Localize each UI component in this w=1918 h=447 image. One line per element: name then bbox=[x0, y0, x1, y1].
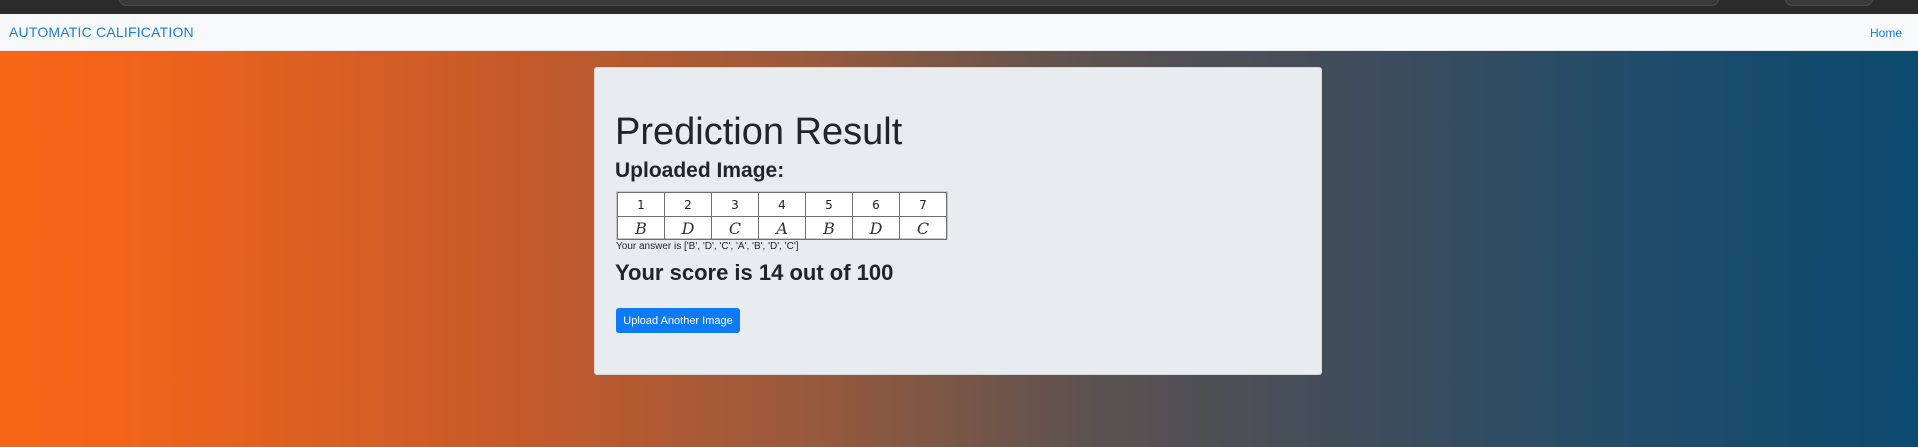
question-number-cell: 1 bbox=[617, 192, 665, 217]
question-number-cell: 2 bbox=[664, 192, 712, 217]
handwritten-answer-cell: B bbox=[617, 216, 665, 240]
navbar: AUTOMATIC CALIFICATION Home bbox=[0, 14, 1918, 51]
page-title: Prediction Result bbox=[615, 111, 903, 153]
question-number-cell: 7 bbox=[899, 192, 947, 217]
handwritten-answer-cell: B bbox=[805, 216, 853, 240]
handwritten-answer-cell: C bbox=[711, 216, 759, 240]
handwritten-answer-cell: A bbox=[758, 216, 806, 240]
handwritten-answer-cell: D bbox=[664, 216, 712, 240]
score-text: Your score is 14 out of 100 bbox=[615, 260, 894, 285]
question-number-cell: 6 bbox=[852, 192, 900, 217]
question-number-cell: 5 bbox=[805, 192, 853, 217]
browser-profile-button[interactable] bbox=[1784, 0, 1874, 6]
question-number-cell: 3 bbox=[711, 192, 759, 217]
handwritten-answer-cell: D bbox=[852, 216, 900, 240]
browser-top-strip bbox=[0, 0, 1918, 14]
navbar-brand-link[interactable]: AUTOMATIC CALIFICATION bbox=[9, 24, 194, 40]
upload-another-image-button[interactable]: Upload Another Image bbox=[616, 308, 740, 333]
detected-answers-text: Your answer is ['B', 'D', 'C', 'A', 'B',… bbox=[616, 241, 799, 252]
browser-address-bar[interactable] bbox=[118, 0, 1720, 6]
result-card: Prediction Result Uploaded Image: 1 2 3 … bbox=[594, 67, 1322, 375]
question-number-cell: 4 bbox=[758, 192, 806, 217]
uploaded-image-label: Uploaded Image: bbox=[615, 159, 785, 182]
nav-home-link[interactable]: Home bbox=[1870, 26, 1902, 40]
handwritten-answer-cell: C bbox=[899, 216, 947, 240]
uploaded-answer-sheet-image: 1 2 3 4 5 6 7 B D C A B D C bbox=[616, 191, 948, 240]
